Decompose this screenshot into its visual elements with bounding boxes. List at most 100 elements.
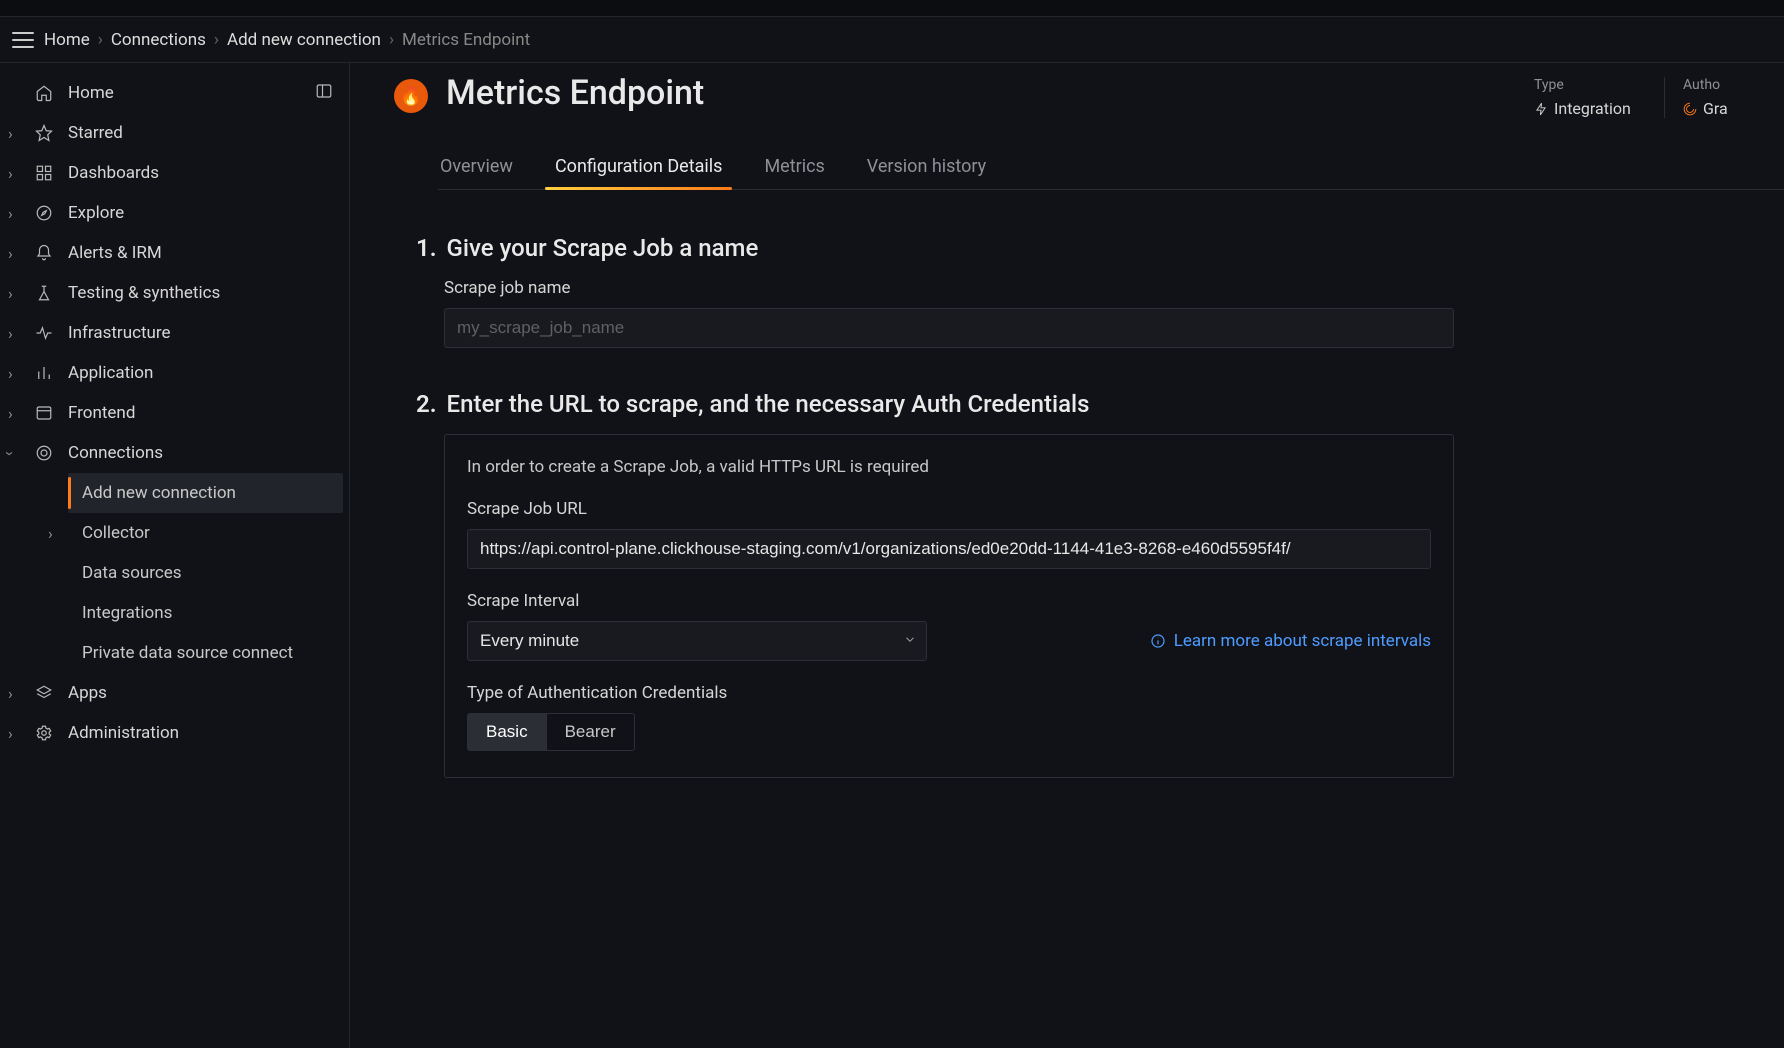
step-2: 2. Enter the URL to scrape, and the nece… [416, 390, 1454, 778]
tab-metrics[interactable]: Metrics [762, 146, 826, 189]
sidebar-item-add-new-connection[interactable]: Add new connection [68, 473, 343, 513]
chevron-right-icon: › [389, 30, 394, 50]
tab-configuration-details[interactable]: Configuration Details [553, 146, 724, 189]
sidebar: Home Starred Dashboards Explore Alerts &… [0, 63, 350, 1048]
page-header: 🔥 Metrics Endpoint Type Integration Auth… [394, 73, 1784, 118]
sidebar-item-alerts[interactable]: Alerts & IRM [0, 233, 343, 273]
sidebar-item-application[interactable]: Application [0, 353, 343, 393]
sidebar-item-label: Administration [68, 723, 179, 743]
sidebar-item-administration[interactable]: Administration [0, 713, 343, 753]
scrape-url-input[interactable] [467, 529, 1431, 569]
scrape-url-label: Scrape Job URL [467, 499, 1431, 519]
meta-label: Type [1534, 77, 1636, 93]
sidebar-item-label: Private data source connect [82, 643, 293, 663]
sidebar-item-label: Application [68, 363, 153, 383]
sidebar-item-label: Infrastructure [68, 323, 171, 343]
step-number: 1. [416, 234, 437, 262]
meta-label: Autho [1683, 77, 1784, 93]
step-1: 1. Give your Scrape Job a name Scrape jo… [416, 234, 1454, 348]
topbar [0, 0, 1784, 17]
grid-icon [34, 163, 54, 183]
sidebar-item-label: Explore [68, 203, 124, 223]
auth-basic-button[interactable]: Basic [468, 714, 546, 750]
sidebar-item-label: Integrations [82, 603, 172, 623]
sidebar-item-label: Data sources [82, 563, 182, 583]
sidebar-item-testing[interactable]: Testing & synthetics [0, 273, 343, 313]
stack-icon [34, 683, 54, 703]
auth-bearer-button[interactable]: Bearer [546, 714, 634, 750]
sidebar-item-explore[interactable]: Explore [0, 193, 343, 233]
breadcrumb-item[interactable]: Add new connection [227, 30, 381, 50]
main: 🔥 Metrics Endpoint Type Integration Auth… [350, 63, 1784, 1048]
content: 1. Give your Scrape Job a name Scrape jo… [394, 190, 1454, 778]
scrape-job-name-input[interactable] [444, 308, 1454, 348]
meta-author: Autho Gra [1664, 77, 1784, 118]
sidebar-item-integrations[interactable]: Integrations [68, 593, 343, 633]
tab-overview[interactable]: Overview [438, 146, 515, 189]
info-icon [1150, 633, 1166, 649]
breadcrumb-row: Home › Connections › Add new connection … [0, 17, 1784, 63]
sidebar-item-home[interactable]: Home [0, 73, 343, 113]
step-number: 2. [416, 390, 437, 418]
scrape-interval-label: Scrape Interval [467, 591, 1431, 611]
auth-type-toggle: Basic Bearer [467, 713, 635, 751]
panel-note: In order to create a Scrape Job, a valid… [467, 457, 1431, 477]
learn-more-link[interactable]: Learn more about scrape intervals [1150, 631, 1431, 651]
star-icon [34, 123, 54, 143]
sidebar-item-label: Alerts & IRM [68, 243, 162, 263]
gear-icon [34, 723, 54, 743]
hamburger-icon[interactable] [12, 32, 34, 48]
pulse-icon [34, 323, 54, 343]
sidebar-item-label: Collector [82, 523, 150, 543]
sidebar-item-label: Testing & synthetics [68, 283, 220, 303]
breadcrumb: Home › Connections › Add new connection … [44, 30, 530, 50]
sidebar-item-label: Home [68, 83, 114, 103]
bars-icon [34, 363, 54, 383]
flask-icon [34, 283, 54, 303]
sidebar-item-data-sources[interactable]: Data sources [68, 553, 343, 593]
step-title: Enter the URL to scrape, and the necessa… [447, 390, 1090, 418]
auth-type-label: Type of Authentication Credentials [467, 683, 1431, 703]
meta-type: Type Integration [1516, 77, 1636, 118]
page-title: Metrics Endpoint [446, 73, 1498, 113]
meta-value: Gra [1683, 99, 1784, 118]
breadcrumb-item[interactable]: Connections [111, 30, 206, 50]
compass-icon [34, 203, 54, 223]
meta-value: Integration [1534, 99, 1636, 118]
sidebar-item-apps[interactable]: Apps [0, 673, 343, 713]
sidebar-item-collector[interactable]: Collector [68, 513, 343, 553]
sidebar-item-infrastructure[interactable]: Infrastructure [0, 313, 343, 353]
chevron-right-icon: › [214, 30, 219, 50]
home-icon [34, 83, 54, 103]
sidebar-item-private-data-source-connect[interactable]: Private data source connect [68, 633, 343, 673]
sidebar-item-label: Frontend [68, 403, 135, 423]
bell-icon [34, 243, 54, 263]
breadcrumb-current: Metrics Endpoint [402, 30, 530, 50]
dock-icon[interactable] [315, 82, 333, 105]
link-icon [34, 443, 54, 463]
sidebar-item-label: Dashboards [68, 163, 159, 183]
page-meta: Type Integration Autho Gra [1516, 77, 1784, 118]
sidebar-item-dashboards[interactable]: Dashboards [0, 153, 343, 193]
browser-icon [34, 403, 54, 423]
step-2-panel: In order to create a Scrape Job, a valid… [444, 434, 1454, 778]
sidebar-item-label: Starred [68, 123, 123, 143]
sidebar-item-label: Add new connection [82, 483, 236, 503]
sidebar-item-frontend[interactable]: Frontend [0, 393, 343, 433]
tabs: Overview Configuration Details Metrics V… [438, 146, 1784, 190]
scrape-interval-select[interactable] [467, 621, 927, 661]
bolt-icon [1534, 102, 1548, 116]
chevron-right-icon: › [98, 30, 103, 50]
scrape-interval-value[interactable] [467, 621, 927, 661]
tab-version-history[interactable]: Version history [865, 146, 988, 189]
grafana-icon [1683, 102, 1697, 116]
sidebar-sublist-connections: Add new connection Collector Data source… [0, 473, 343, 673]
step-title: Give your Scrape Job a name [447, 234, 759, 262]
sidebar-item-starred[interactable]: Starred [0, 113, 343, 153]
sidebar-item-connections[interactable]: Connections [0, 433, 343, 473]
sidebar-item-label: Apps [68, 683, 107, 703]
sidebar-item-label: Connections [68, 443, 163, 463]
integration-icon: 🔥 [394, 79, 428, 113]
scrape-job-name-label: Scrape job name [444, 278, 1454, 298]
breadcrumb-item[interactable]: Home [44, 30, 90, 50]
